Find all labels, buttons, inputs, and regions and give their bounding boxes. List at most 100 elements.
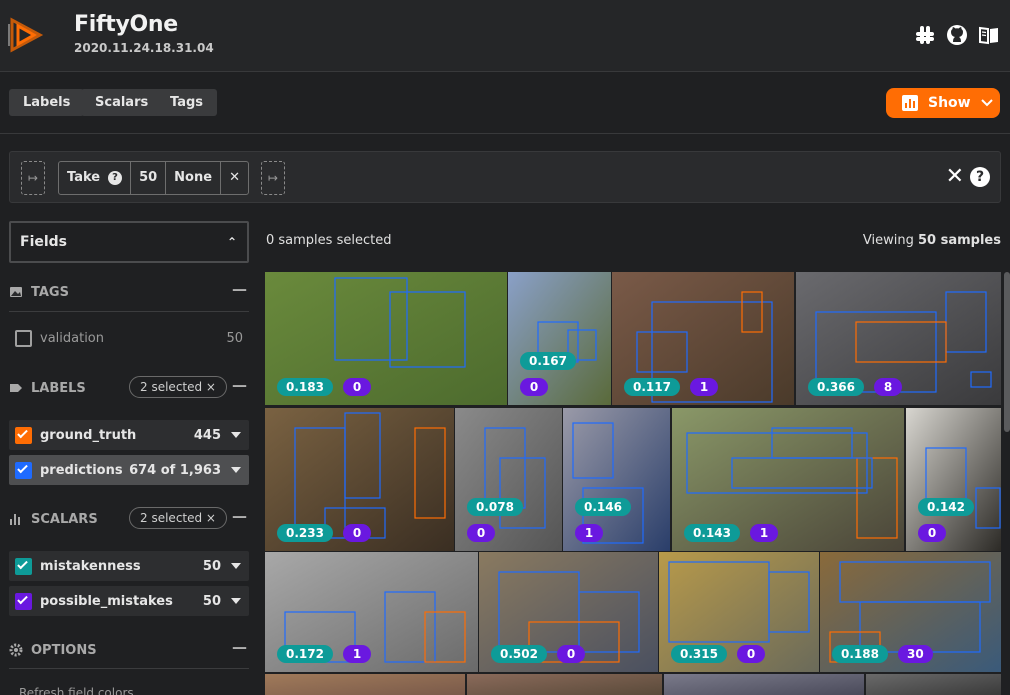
possible-mistakes-badge: 0 bbox=[343, 524, 371, 542]
stage-param-seed[interactable]: None bbox=[166, 162, 222, 194]
sample-tile[interactable]: 0.183 0 bbox=[265, 272, 507, 405]
collapse-options-button[interactable]: — bbox=[232, 638, 247, 656]
show-button[interactable]: Show bbox=[886, 88, 1000, 118]
label-field-predictions[interactable]: predictions 674 of 1,963 bbox=[9, 455, 249, 485]
sample-tile[interactable]: 0.167 0 bbox=[508, 272, 611, 405]
field-label: ground_truth bbox=[40, 427, 137, 443]
scalars-section-header: SCALARS 2 selected × — bbox=[9, 507, 249, 531]
tag-label: validation bbox=[40, 330, 105, 346]
sample-image bbox=[664, 674, 864, 695]
mistakenness-badge: 0.366 bbox=[808, 378, 864, 396]
mistakenness-badge: 0.167 bbox=[520, 352, 576, 370]
header: FiftyOne 2020.11.24.18.31.04 bbox=[0, 0, 1010, 72]
sample-tile[interactable]: 0.142 0 bbox=[906, 408, 1001, 551]
app-version: 2020.11.24.18.31.04 bbox=[74, 41, 214, 55]
sample-tile[interactable]: 0.233 0 bbox=[265, 408, 454, 551]
app-title: FiftyOne bbox=[74, 12, 178, 37]
expand-caret-icon[interactable] bbox=[231, 467, 241, 473]
image-icon bbox=[10, 287, 22, 297]
possible-mistakes-badge: 8 bbox=[874, 378, 902, 396]
github-icon[interactable] bbox=[946, 24, 968, 46]
expand-caret-icon[interactable] bbox=[231, 598, 241, 604]
bar-chart-icon bbox=[902, 95, 918, 111]
possible-mistakes-badge: 0 bbox=[520, 378, 548, 396]
field-label: mistakenness bbox=[40, 558, 141, 574]
sample-tile[interactable] bbox=[866, 674, 1001, 695]
sidebar: Fields ⌃ TAGS — validation 50 LABELS 2 s… bbox=[9, 221, 249, 695]
mistakenness-checkbox[interactable] bbox=[15, 557, 32, 575]
mistakenness-badge: 0.502 bbox=[491, 645, 547, 663]
tags-section-title: TAGS bbox=[31, 284, 69, 300]
stage-param-size[interactable]: 50 bbox=[131, 162, 167, 194]
divider bbox=[9, 311, 249, 312]
expand-caret-icon[interactable] bbox=[231, 563, 241, 569]
sample-tile[interactable]: 0.078 0 bbox=[455, 408, 562, 551]
tag-checkbox[interactable] bbox=[15, 329, 32, 347]
sample-tile[interactable]: 0.172 1 bbox=[265, 552, 478, 672]
slack-icon[interactable] bbox=[914, 24, 936, 46]
stage-name[interactable]: Take? bbox=[59, 162, 132, 194]
docs-book-icon[interactable] bbox=[978, 24, 1000, 46]
view-stage-take: Take? 50 None ✕ bbox=[58, 161, 249, 195]
gear-icon bbox=[9, 643, 23, 657]
sample-tile[interactable]: 0.117 1 bbox=[612, 272, 794, 405]
tag-item-validation[interactable]: validation 50 bbox=[9, 323, 249, 353]
sample-tile[interactable]: 0.188 30 bbox=[820, 552, 1001, 672]
possible-mistakes-badge: 30 bbox=[898, 645, 933, 663]
chevron-down-icon bbox=[980, 99, 993, 107]
collapse-scalars-button[interactable]: — bbox=[232, 507, 247, 525]
sample-tile[interactable]: 0.143 1 bbox=[672, 408, 904, 551]
add-stage-after[interactable]: ↦ bbox=[261, 161, 285, 195]
possible-mistakes-badge: 0 bbox=[557, 645, 585, 663]
options-section-title: OPTIONS bbox=[31, 642, 97, 658]
fiftyone-logo-icon[interactable] bbox=[8, 16, 44, 54]
ground-truth-checkbox[interactable] bbox=[15, 426, 32, 444]
possible-mistakes-badge: 1 bbox=[343, 645, 371, 663]
tab-tags[interactable]: Tags bbox=[156, 89, 218, 116]
labels-selected-badge[interactable]: 2 selected × bbox=[129, 376, 227, 398]
mistakenness-badge: 0.188 bbox=[832, 645, 888, 663]
grid-scrollbar[interactable] bbox=[1004, 272, 1010, 432]
field-count: 50 bbox=[202, 558, 221, 574]
stage-help-icon[interactable]: ? bbox=[108, 171, 123, 185]
sample-tile[interactable]: 0.146 1 bbox=[563, 408, 670, 551]
label-field-ground-truth[interactable]: ground_truth 445 bbox=[9, 420, 249, 450]
field-count: 674 of 1,963 bbox=[129, 462, 221, 478]
add-stage-before[interactable]: ↦ bbox=[21, 161, 45, 195]
label-tag-icon bbox=[10, 384, 22, 392]
help-icon[interactable]: ? bbox=[970, 167, 990, 187]
scalar-field-possible-mistakes[interactable]: possible_mistakes 50 bbox=[9, 586, 249, 616]
sample-tile[interactable]: 0.366 8 bbox=[796, 272, 1001, 405]
collapse-tags-button[interactable]: — bbox=[232, 280, 247, 298]
possible-mistakes-badge: 0 bbox=[467, 524, 495, 542]
sample-image bbox=[866, 674, 1001, 695]
tag-count: 50 bbox=[226, 330, 243, 346]
tags-section-header: TAGS — bbox=[9, 280, 249, 304]
sample-tile[interactable] bbox=[467, 674, 662, 695]
refresh-field-colors-button[interactable]: Refresh field colors bbox=[19, 686, 134, 695]
collapse-labels-button[interactable]: — bbox=[232, 376, 247, 394]
possible-mistakes-checkbox[interactable] bbox=[15, 592, 32, 610]
sample-tile[interactable]: 0.502 0 bbox=[479, 552, 658, 672]
mistakenness-badge: 0.142 bbox=[918, 498, 974, 516]
mistakenness-badge: 0.078 bbox=[467, 498, 523, 516]
clear-view-icon[interactable]: ✕ bbox=[946, 166, 964, 188]
viewing-count: Viewing 50 samples bbox=[863, 233, 1001, 248]
sample-tile[interactable] bbox=[664, 674, 864, 695]
expand-caret-icon[interactable] bbox=[231, 432, 241, 438]
stage-remove-button[interactable]: ✕ bbox=[221, 162, 248, 194]
possible-mistakes-badge: 1 bbox=[575, 524, 603, 542]
possible-mistakes-badge: 0 bbox=[737, 645, 765, 663]
divider bbox=[9, 668, 249, 669]
scalar-field-mistakenness[interactable]: mistakenness 50 bbox=[9, 551, 249, 581]
field-count: 445 bbox=[193, 427, 221, 443]
mistakenness-badge: 0.172 bbox=[277, 645, 333, 663]
scalars-selected-badge[interactable]: 2 selected × bbox=[129, 507, 227, 529]
sample-tile[interactable]: 0.315 0 bbox=[659, 552, 819, 672]
tab-labels[interactable]: Labels bbox=[9, 89, 85, 116]
fields-dropdown[interactable]: Fields ⌃ bbox=[9, 221, 249, 263]
tab-scalars[interactable]: Scalars bbox=[81, 89, 163, 116]
labels-section-title: LABELS bbox=[31, 380, 86, 396]
sample-tile[interactable] bbox=[265, 674, 465, 695]
predictions-checkbox[interactable] bbox=[15, 461, 32, 479]
